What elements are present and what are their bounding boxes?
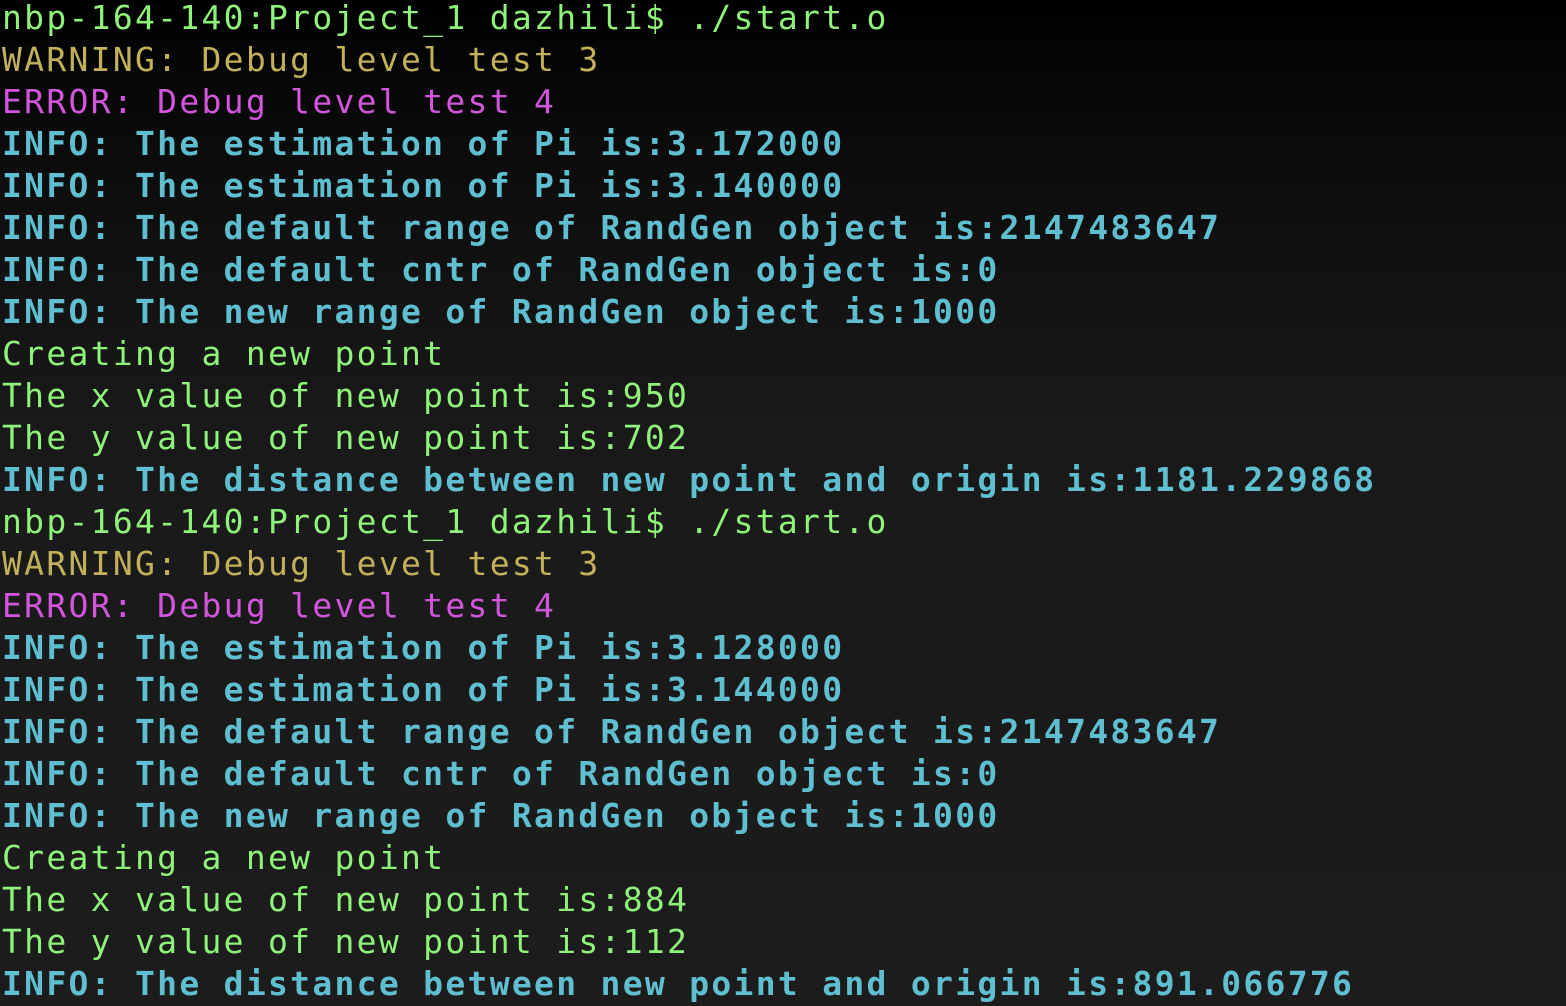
info-log-line: INFO: The new range of RandGen object is…: [2, 796, 1000, 835]
warning-log-line: WARNING: Debug level test 3: [2, 544, 601, 583]
info-log-line: INFO: The estimation of Pi is:3.172000: [2, 124, 845, 163]
output-line: The x value of new point is:884: [2, 880, 690, 919]
info-log-line: INFO: The default range of RandGen objec…: [2, 712, 1222, 751]
output-line: The x value of new point is:950: [2, 376, 690, 415]
output-line: The y value of new point is:112: [2, 922, 690, 961]
warning-log-line: WARNING: Debug level test 3: [2, 40, 601, 79]
shell-prompt-line: nbp-164-140:Project_1 dazhili$ ./start.o: [2, 0, 889, 37]
info-log-line: INFO: The distance between new point and…: [2, 460, 1377, 499]
info-log-line: INFO: The estimation of Pi is:3.128000: [2, 628, 845, 667]
info-log-line: INFO: The new range of RandGen object is…: [2, 292, 1000, 331]
info-log-line: INFO: The default range of RandGen objec…: [2, 208, 1222, 247]
error-log-line: ERROR: Debug level test 4: [2, 586, 557, 625]
info-log-line: INFO: The distance between new point and…: [2, 964, 1355, 1003]
info-log-line: INFO: The default cntr of RandGen object…: [2, 250, 1000, 289]
info-log-line: INFO: The estimation of Pi is:3.144000: [2, 670, 845, 709]
output-line: The y value of new point is:702: [2, 418, 690, 457]
info-log-line: INFO: The default cntr of RandGen object…: [2, 754, 1000, 793]
output-line: Creating a new point: [2, 838, 446, 877]
shell-prompt-line: nbp-164-140:Project_1 dazhili$ ./start.o: [2, 502, 889, 541]
error-log-line: ERROR: Debug level test 4: [2, 82, 557, 121]
output-line: Creating a new point: [2, 334, 446, 373]
info-log-line: INFO: The estimation of Pi is:3.140000: [2, 166, 845, 205]
terminal-output[interactable]: nbp-164-140:Project_1 dazhili$ ./start.o…: [0, 0, 1566, 1006]
